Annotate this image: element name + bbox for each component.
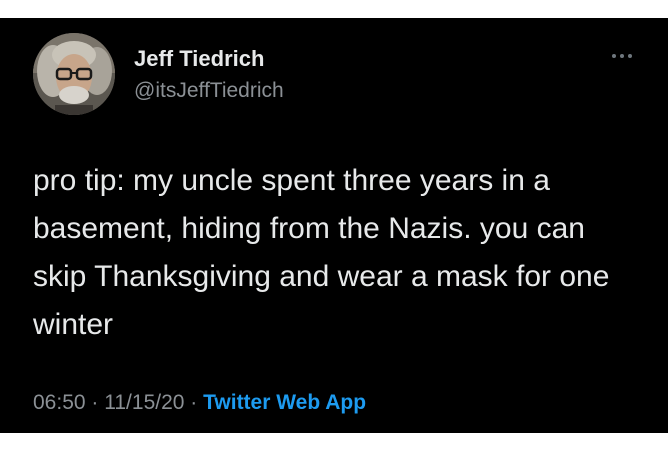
meta-separator: · xyxy=(190,391,198,414)
avatar-image xyxy=(33,33,115,115)
dot xyxy=(628,54,632,58)
dot xyxy=(620,54,624,58)
tweet-date[interactable]: 11/15/20 xyxy=(104,391,184,414)
dot xyxy=(612,54,616,58)
tweet-text: pro tip: my uncle spent three years in a… xyxy=(33,164,610,341)
author-name[interactable]: Jeff Tiedrich xyxy=(134,46,264,72)
tweet-time[interactable]: 06:50 xyxy=(33,391,86,414)
avatar[interactable] xyxy=(33,33,115,115)
screenshot-frame: Jeff Tiedrich @itsJeffTiedrich pro tip: … xyxy=(0,0,668,453)
tweet-source-link[interactable]: Twitter Web App xyxy=(203,391,366,414)
meta-separator: · xyxy=(91,391,99,414)
tweet-meta: 06:50 · 11/15/20 · Twitter Web App xyxy=(33,391,366,415)
author-handle[interactable]: @itsJeffTiedrich xyxy=(134,79,284,103)
more-horizontal-icon[interactable] xyxy=(612,52,632,60)
tweet-card: Jeff Tiedrich @itsJeffTiedrich pro tip: … xyxy=(0,18,668,433)
